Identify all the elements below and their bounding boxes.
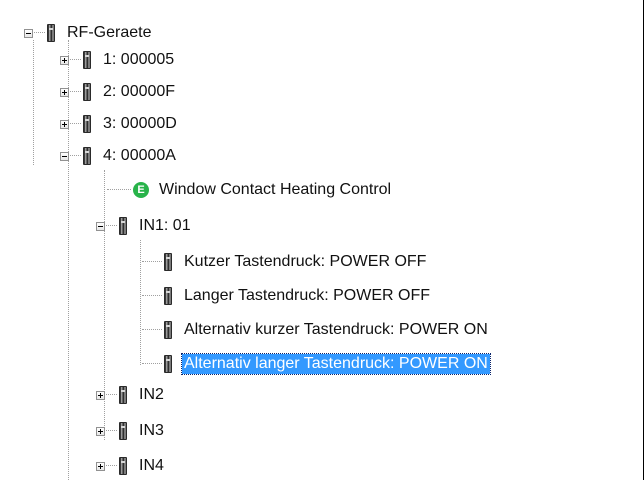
tree-node-label[interactable]: IN2 [137,385,166,405]
device-icon [47,24,55,42]
tree-connector [142,261,162,263]
tree-node-label[interactable]: IN4 [137,456,166,476]
device-icon [83,115,91,133]
tree-node-label[interactable]: Window Contact Heating Control [157,180,393,200]
collapse-icon[interactable] [24,28,33,38]
tree-node-label[interactable]: Alternativ kurzer Tastendruck: POWER ON [182,320,490,340]
expand-icon[interactable] [60,87,69,97]
expand-icon[interactable] [96,426,105,436]
tree-connector [106,394,117,396]
tree-node-label[interactable]: 3: 00000D [101,114,179,134]
collapse-icon[interactable] [96,221,105,231]
tree-node-root[interactable]: RF-Geraete [24,19,153,47]
tree-connector [34,32,45,34]
device-icon [119,457,127,475]
tree-connector [70,155,81,157]
device-icon [83,51,91,69]
tree-connector [70,91,81,93]
tree-connector [70,123,81,125]
device-icon [119,422,127,440]
expand-icon[interactable] [60,119,69,129]
tree-connector [106,225,117,227]
tree-node-label[interactable]: RF-Geraete [65,23,153,43]
expand-icon[interactable] [96,461,105,471]
tree-node-function[interactable]: E Window Contact Heating Control [106,176,393,204]
tree-node-in3[interactable]: IN3 [96,417,166,445]
tree-node-in2[interactable]: IN2 [96,381,166,409]
tree-connector [107,189,131,191]
tree-node-label-selected[interactable]: Alternativ langer Tastendruck: POWER ON [181,353,491,375]
tree-line-root-lower [68,40,70,480]
device-icon [83,83,91,101]
device-icon [164,287,172,305]
device-icon [164,253,172,271]
tree-node-label[interactable]: IN3 [137,421,166,441]
tree-connector [142,329,162,331]
tree-node-label[interactable]: IN1: 01 [137,216,193,236]
device-icon [164,321,172,339]
tree-node-in4[interactable]: IN4 [96,452,166,480]
tree-node-label[interactable]: 2: 00000F [101,82,177,102]
function-e-icon: E [133,182,149,198]
expand-icon[interactable] [60,55,69,65]
tree-connector [106,430,117,432]
tree-node-device-1[interactable]: 1: 000005 [60,46,176,74]
tree-node-label[interactable]: Langer Tastendruck: POWER OFF [182,286,432,306]
tree-node-device-4[interactable]: 4: 00000A [60,142,178,170]
tree-node-in1-item-1[interactable]: Kutzer Tastendruck: POWER OFF [141,248,428,276]
tree-line-root [33,40,35,165]
expand-icon[interactable] [96,390,105,400]
tree-connector [106,465,117,467]
tree-node-in1-item-4[interactable]: Alternativ langer Tastendruck: POWER ON [141,350,491,378]
tree-node-in1[interactable]: IN1: 01 [96,212,193,240]
tree-node-device-2[interactable]: 2: 00000F [60,78,177,106]
tree-node-in1-item-2[interactable]: Langer Tastendruck: POWER OFF [141,282,432,310]
tree-connector [70,59,81,61]
tree-connector [142,363,162,365]
tree-node-in1-item-3[interactable]: Alternativ kurzer Tastendruck: POWER ON [141,316,490,344]
tree-connector [142,295,162,297]
device-icon [83,147,91,165]
tree-node-device-3[interactable]: 3: 00000D [60,110,179,138]
tree-node-label[interactable]: Kutzer Tastendruck: POWER OFF [182,252,428,272]
device-tree[interactable]: RF-Geraete 1: 000005 2: 00000F 3: 00000D… [0,0,644,480]
tree-node-label[interactable]: 1: 000005 [101,50,176,70]
tree-node-label[interactable]: 4: 00000A [101,146,178,166]
collapse-icon[interactable] [60,151,69,161]
device-icon [119,217,127,235]
device-icon [119,386,127,404]
device-icon [164,355,172,373]
